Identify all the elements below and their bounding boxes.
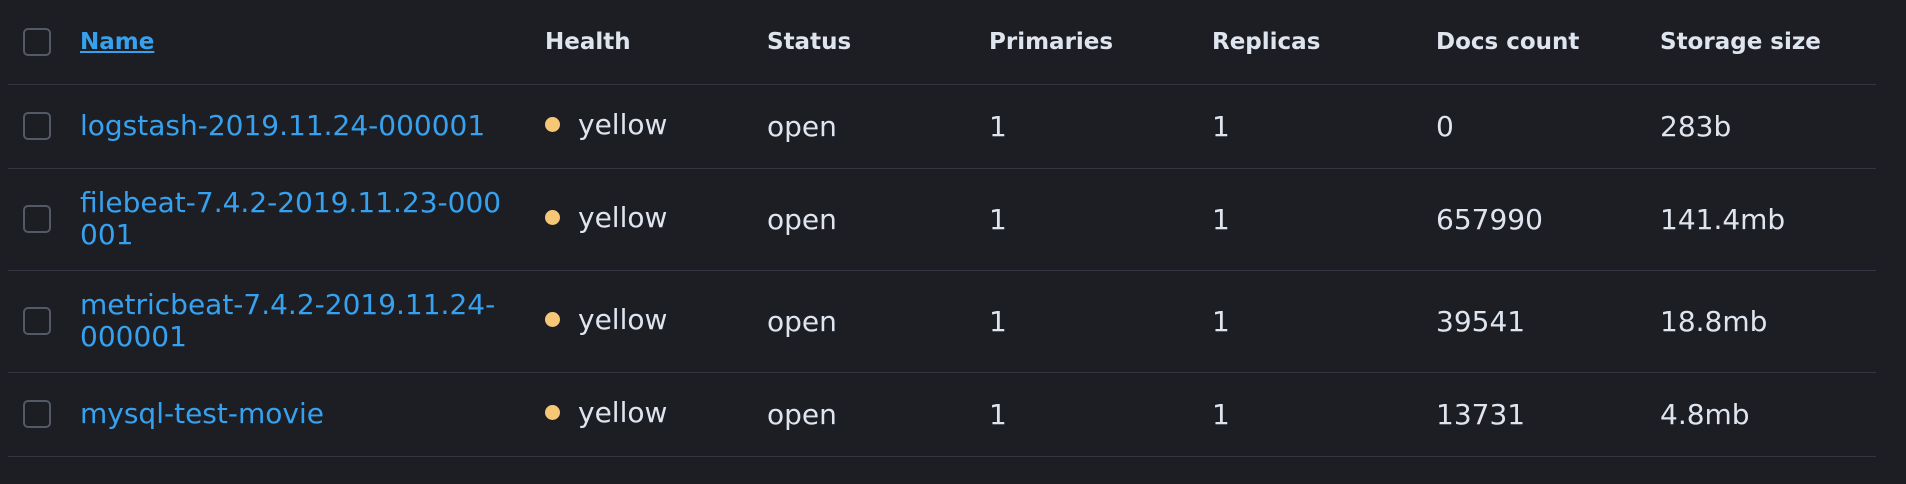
- replicas-cell: 1: [1212, 168, 1436, 271]
- select-cell: [8, 270, 80, 373]
- docs-count-column-header: Docs count: [1436, 0, 1660, 85]
- status-cell: open: [767, 270, 989, 373]
- storage-size-column-header: Storage size: [1660, 0, 1876, 85]
- name-cell: filebeat-7.4.2-2019.11.23-000001: [80, 168, 545, 271]
- primaries-cell: 1: [989, 84, 1212, 169]
- primaries-cell: 1: [989, 372, 1212, 457]
- status-cell: open: [767, 168, 989, 271]
- name-cell: metricbeat-7.4.2-2019.11.24-000001: [80, 270, 545, 373]
- docs-count-cell: 0: [1436, 84, 1660, 169]
- primaries-cell: 1: [989, 270, 1212, 373]
- index-name-link[interactable]: metricbeat-7.4.2-2019.11.24-000001: [80, 289, 512, 353]
- name-sort-header[interactable]: Name: [80, 29, 154, 55]
- health-status-dot-icon: [545, 311, 560, 327]
- header-row: Name Health Status Primaries Replicas Do…: [8, 0, 1876, 85]
- health-label: yellow: [578, 107, 668, 141]
- index-name-link[interactable]: filebeat-7.4.2-2019.11.23-000001: [80, 187, 512, 251]
- table-row: mysql-test-movie yellow open 1 1 13731 4…: [8, 372, 1876, 457]
- status-column-header: Status: [767, 0, 989, 85]
- header-select-cell: [8, 0, 80, 85]
- name-cell: mysql-test-movie: [80, 372, 545, 457]
- index-name-link[interactable]: mysql-test-movie: [80, 398, 512, 430]
- docs-count-cell: 13731: [1436, 372, 1660, 457]
- header-name-cell: Name: [80, 0, 545, 85]
- health-status-dot-icon: [545, 116, 560, 132]
- replicas-cell: 1: [1212, 372, 1436, 457]
- status-cell: open: [767, 84, 989, 169]
- health-cell: yellow: [545, 168, 767, 271]
- indices-table: Name Health Status Primaries Replicas Do…: [8, 0, 1876, 457]
- docs-count-cell: 39541: [1436, 270, 1660, 373]
- replicas-column-header: Replicas: [1212, 0, 1436, 85]
- table-row: logstash-2019.11.24-000001 yellow open 1…: [8, 84, 1876, 169]
- replicas-cell: 1: [1212, 270, 1436, 373]
- select-cell: [8, 372, 80, 457]
- health-label: yellow: [578, 200, 668, 234]
- health-status-dot-icon: [545, 404, 560, 420]
- table-body: logstash-2019.11.24-000001 yellow open 1…: [8, 84, 1876, 457]
- select-cell: [8, 168, 80, 271]
- health-column-header: Health: [545, 0, 767, 85]
- docs-count-cell: 657990: [1436, 168, 1660, 271]
- health-cell: yellow: [545, 270, 767, 373]
- health-status-dot-icon: [545, 209, 560, 225]
- table-header: Name Health Status Primaries Replicas Do…: [8, 0, 1876, 85]
- row-checkbox[interactable]: [23, 307, 51, 335]
- replicas-cell: 1: [1212, 84, 1436, 169]
- row-checkbox[interactable]: [23, 112, 51, 140]
- primaries-column-header: Primaries: [989, 0, 1212, 85]
- health-cell: yellow: [545, 84, 767, 169]
- row-checkbox[interactable]: [23, 400, 51, 428]
- storage-size-cell: 18.8mb: [1660, 270, 1876, 373]
- storage-size-cell: 283b: [1660, 84, 1876, 169]
- storage-size-cell: 4.8mb: [1660, 372, 1876, 457]
- primaries-cell: 1: [989, 168, 1212, 271]
- select-cell: [8, 84, 80, 169]
- name-cell: logstash-2019.11.24-000001: [80, 84, 545, 169]
- table-row: filebeat-7.4.2-2019.11.23-000001 yellow …: [8, 168, 1876, 271]
- health-label: yellow: [578, 302, 668, 336]
- storage-size-cell: 141.4mb: [1660, 168, 1876, 271]
- table-row: metricbeat-7.4.2-2019.11.24-000001 yello…: [8, 270, 1876, 373]
- health-cell: yellow: [545, 372, 767, 457]
- indices-table-container: Name Health Status Primaries Replicas Do…: [8, 0, 1876, 457]
- status-cell: open: [767, 372, 989, 457]
- health-label: yellow: [578, 395, 668, 429]
- row-checkbox[interactable]: [23, 205, 51, 233]
- select-all-checkbox[interactable]: [23, 27, 51, 56]
- index-name-link[interactable]: logstash-2019.11.24-000001: [80, 110, 512, 142]
